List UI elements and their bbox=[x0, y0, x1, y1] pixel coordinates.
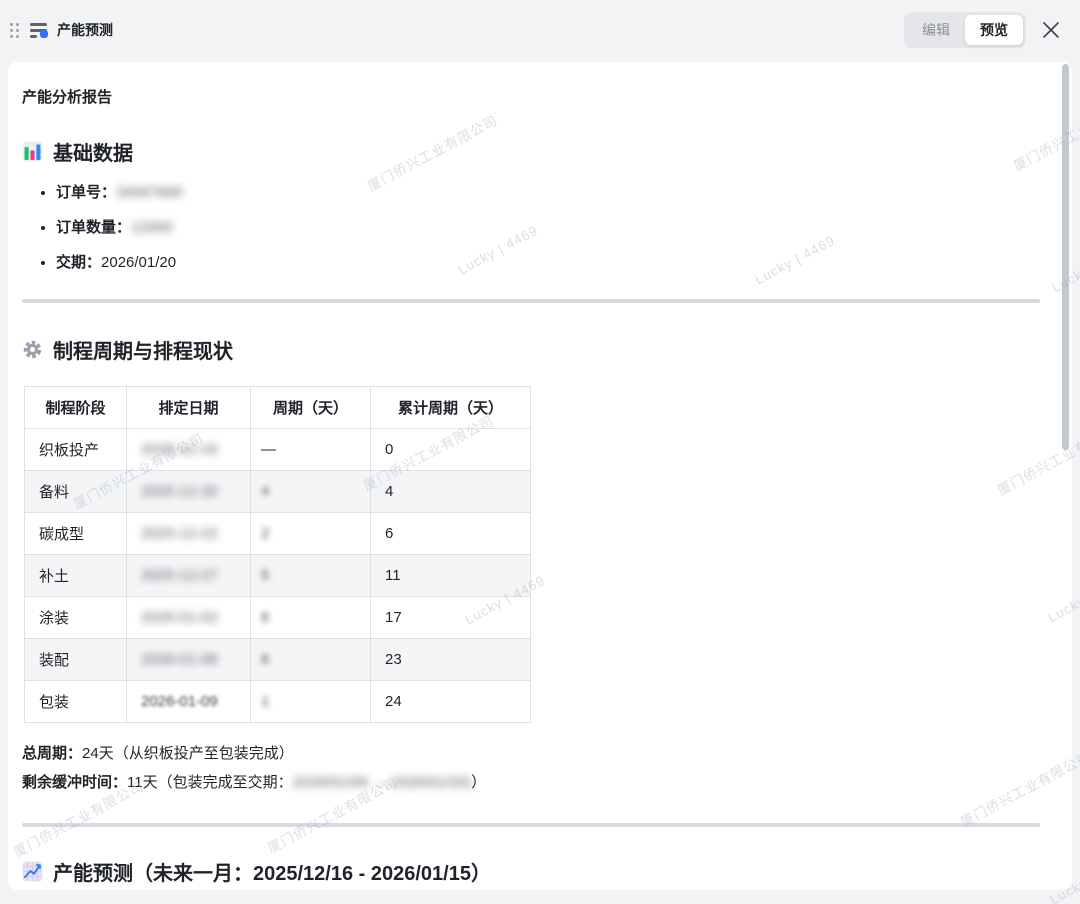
page-title: 产能预测 bbox=[57, 22, 113, 38]
table-row: 备料 2025-12-20 4 4 bbox=[24, 470, 531, 513]
edit-tab-button[interactable]: 编辑 bbox=[907, 15, 965, 45]
cell-cycle: 1 bbox=[250, 680, 371, 723]
cell-stage: 织板投产 bbox=[24, 428, 127, 471]
cell-cycle: 6 bbox=[250, 638, 371, 681]
cell-cycle: 6 bbox=[250, 596, 371, 639]
table-row: 织板投产 2025-12-16 — 0 bbox=[24, 428, 531, 471]
cell-cumulative: 17 bbox=[370, 596, 531, 639]
summary-buffer-prefix: 11天（包装完成至交期： bbox=[127, 774, 293, 791]
cell-stage: 补土 bbox=[24, 554, 127, 597]
app-window: { "topbar": { "title": "产能预测", "edit_lab… bbox=[0, 0, 1080, 904]
close-icon[interactable] bbox=[1040, 17, 1066, 43]
section-divider bbox=[22, 299, 1040, 303]
section-heading-text: 基础数据 bbox=[53, 143, 133, 165]
cell-date: 2025-12-16 bbox=[126, 428, 251, 471]
field-value: 2026/01/20 bbox=[101, 254, 177, 271]
summary-total-text: 24天（从织板投产至包装完成） bbox=[82, 745, 294, 762]
cell-stage: 装配 bbox=[24, 638, 127, 681]
preview-tab-button[interactable]: 预览 bbox=[965, 15, 1023, 45]
report-title: 产能分析报告 bbox=[22, 89, 113, 106]
field-label: 交期： bbox=[56, 254, 102, 271]
cell-cumulative: 6 bbox=[370, 512, 531, 555]
cell-date: 2026-01-02 bbox=[126, 596, 251, 639]
cell-date: 2025-12-20 bbox=[126, 470, 251, 513]
table-header-row: 制程阶段 排定日期 周期（天） 累计周期（天） bbox=[24, 386, 531, 429]
table-row: 包装 2026-01-09 1 24 bbox=[24, 680, 531, 723]
cell-cumulative: 4 bbox=[370, 470, 531, 513]
cell-date: 2025-12-22 bbox=[126, 512, 251, 555]
summary-total-label: 总周期： bbox=[22, 745, 83, 762]
cell-cycle: 2 bbox=[250, 512, 371, 555]
cycle-summary: 总周期：24天（从织板投产至包装完成） 剩余缓冲时间：11天（包装完成至交期：2… bbox=[22, 739, 1064, 797]
masked-value: 12000 bbox=[131, 219, 173, 236]
section-heading-forecast: 产能预测（未来一月：2025/12/16 - 2026/01/15） bbox=[22, 857, 1064, 886]
table-row: 碳成型 2025-12-22 2 6 bbox=[24, 512, 531, 555]
drag-handle-icon[interactable] bbox=[8, 21, 21, 40]
basic-data-list: 订单号：34567890 订单数量：12000 交期：2026/01/20 bbox=[16, 182, 1064, 273]
cell-date: 2025-12-27 bbox=[126, 554, 251, 597]
topbar: 产能预测 编辑 预览 bbox=[0, 0, 1080, 60]
section-heading-text: 产能预测（未来一月：2025/12/16 - 2026/01/15） bbox=[53, 863, 491, 885]
cell-cycle: 4 bbox=[250, 470, 371, 513]
cell-cumulative: 11 bbox=[370, 554, 531, 597]
table-row: 补土 2025-12-27 5 11 bbox=[24, 554, 531, 597]
section-heading-process-cycle: 制程周期与排程现状 bbox=[22, 335, 1064, 364]
section-heading-text: 制程周期与排程现状 bbox=[53, 341, 233, 363]
report-card: 产能分析报告 基础数据 订单号：34567890 订单数量：12000 交期：2… bbox=[8, 62, 1072, 890]
masked-value: 34567890 bbox=[116, 184, 183, 201]
scrollbar-thumb[interactable] bbox=[1062, 64, 1069, 450]
field-label: 订单号： bbox=[56, 184, 117, 201]
bar-chart-icon bbox=[22, 141, 43, 162]
cell-date: 2026-01-08 bbox=[126, 638, 251, 681]
process-table: 制程阶段 排定日期 周期（天） 累计周期（天） 织板投产 2025-12-16 … bbox=[24, 386, 531, 723]
list-item-order-no: 订单号：34567890 bbox=[56, 182, 1064, 203]
col-header-cumulative: 累计周期（天） bbox=[370, 386, 531, 429]
section-heading-basic-data: 基础数据 bbox=[22, 137, 1064, 166]
section-divider bbox=[22, 823, 1040, 827]
list-item-order-qty: 订单数量：12000 bbox=[56, 217, 1064, 238]
summary-buffer-suffix: ） bbox=[471, 774, 487, 791]
cell-cumulative: 24 bbox=[370, 680, 531, 723]
cell-stage: 备料 bbox=[24, 470, 127, 513]
cell-stage: 碳成型 bbox=[24, 512, 127, 555]
chart-increasing-icon bbox=[22, 861, 43, 882]
table-row: 涂装 2026-01-02 6 17 bbox=[24, 596, 531, 639]
cell-cycle: 5 bbox=[250, 554, 371, 597]
document-list-icon bbox=[30, 22, 48, 38]
cell-stage: 涂装 bbox=[24, 596, 127, 639]
gear-icon bbox=[23, 340, 42, 359]
col-header-cycle: 周期（天） bbox=[250, 386, 371, 429]
field-label: 订单数量： bbox=[56, 219, 132, 236]
summary-buffer-label: 剩余缓冲时间： bbox=[22, 774, 128, 791]
cell-date: 2026-01-09 bbox=[126, 680, 251, 723]
masked-date-range: 2026/01/09 → 2026/01/20) bbox=[292, 774, 472, 791]
cell-cycle: — bbox=[250, 428, 371, 471]
cell-cumulative: 0 bbox=[370, 428, 531, 471]
edit-preview-segmented-control: 编辑 预览 bbox=[904, 12, 1026, 48]
list-item-due-date: 交期：2026/01/20 bbox=[56, 252, 1064, 273]
col-header-stage: 制程阶段 bbox=[24, 386, 127, 429]
cell-cumulative: 23 bbox=[370, 638, 531, 681]
table-row: 装配 2026-01-08 6 23 bbox=[24, 638, 531, 681]
col-header-date: 排定日期 bbox=[126, 386, 251, 429]
cell-stage: 包装 bbox=[24, 680, 127, 723]
